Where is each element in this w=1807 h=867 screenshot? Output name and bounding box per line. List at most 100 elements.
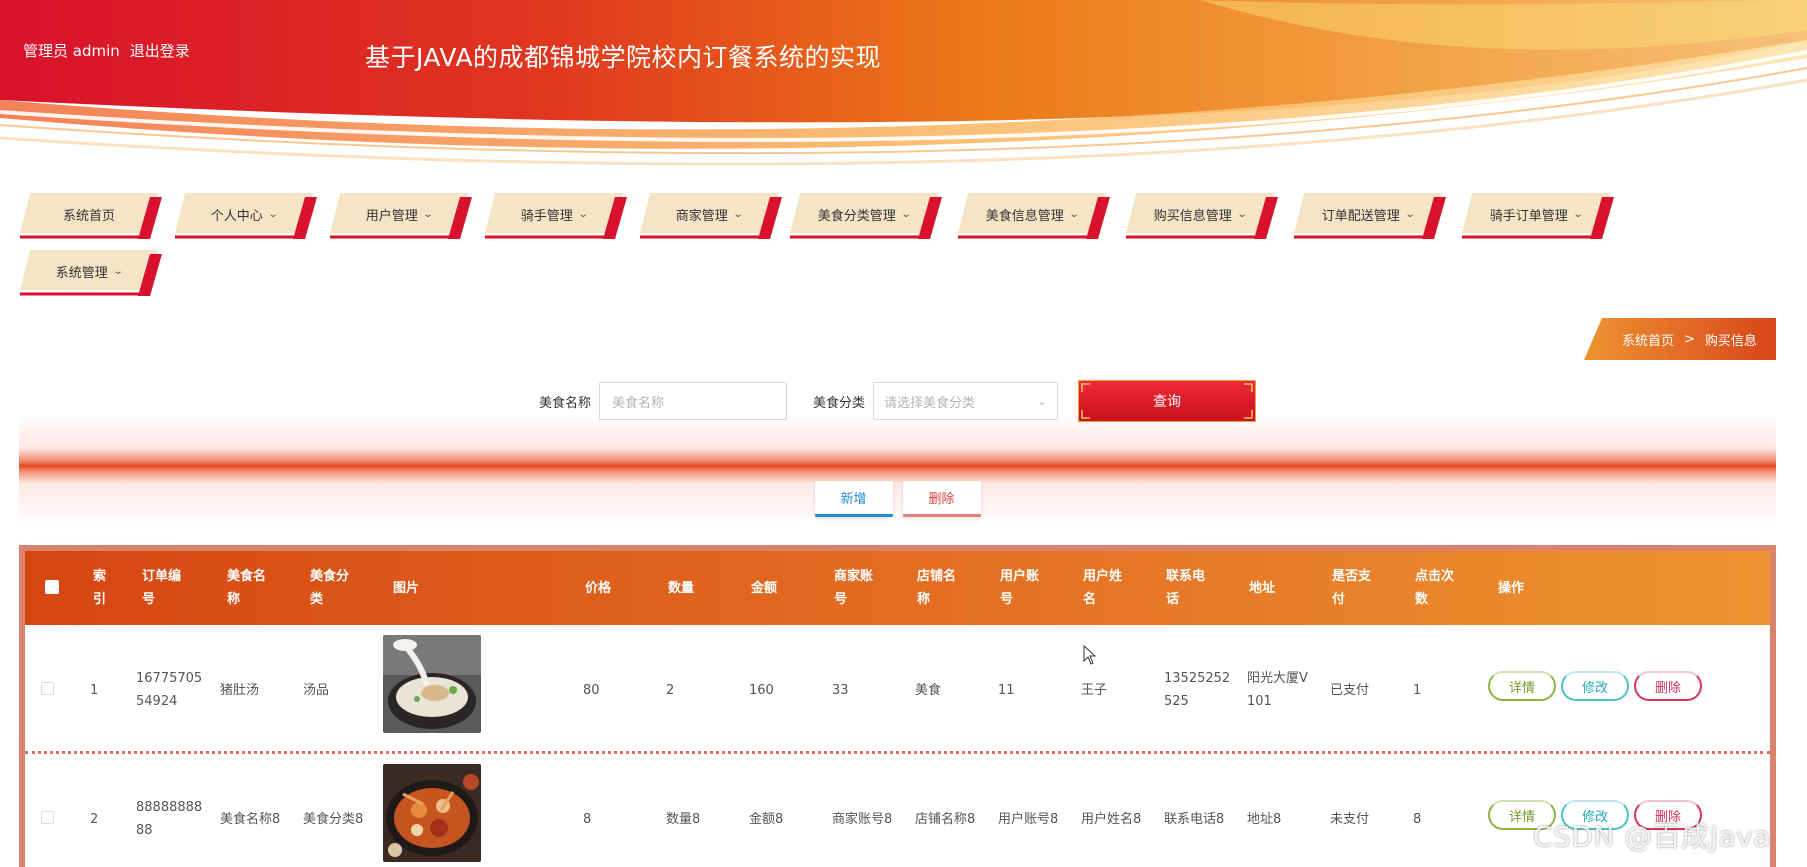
th-food-name: 美食名称 bbox=[227, 569, 267, 607]
th-clicks: 点击次数 bbox=[1415, 569, 1455, 607]
th-user-account: 用户账号 bbox=[1000, 569, 1040, 607]
nav-label: 用户管理 bbox=[365, 208, 418, 224]
cell-paid: 已支付 bbox=[1330, 682, 1370, 698]
cell-index: 2 bbox=[90, 811, 99, 827]
chevron-down-icon: ⌄ bbox=[112, 265, 124, 277]
cell-quantity: 2 bbox=[666, 682, 675, 698]
food-category-placeholder: 请选择美食分类 bbox=[884, 395, 976, 411]
cell-quantity: 数量8 bbox=[666, 811, 701, 827]
row-checkbox[interactable] bbox=[41, 682, 54, 695]
cell-phone: 联系电话8 bbox=[1164, 811, 1225, 827]
th-order-no: 订单编号 bbox=[142, 569, 182, 607]
table-row: 2 88888888 88 美食名称8 美食分类8 8 数量8 金额8 商家账号8… bbox=[25, 751, 1770, 867]
th-address: 地址 bbox=[1249, 580, 1276, 596]
cell-food-category: 汤品 bbox=[303, 682, 330, 698]
cell-user-account: 11 bbox=[998, 682, 1015, 698]
cell-index: 1 bbox=[90, 682, 99, 698]
nav-label: 购买信息管理 bbox=[1153, 208, 1232, 224]
app-title: 基于JAVA的成都锦城学院校内订餐系统的实现 bbox=[365, 43, 882, 72]
cell-clicks: 8 bbox=[1413, 811, 1422, 827]
th-ops: 操作 bbox=[1498, 580, 1525, 596]
food-name-placeholder: 美食名称 bbox=[612, 395, 665, 411]
header-banner: 管理员 admin 退出登录 基于JAVA的成都锦城学院校内订餐系统的实现 bbox=[0, 0, 1807, 170]
cell-amount: 金额8 bbox=[749, 811, 784, 827]
cell-order-no: 16775705 54924 bbox=[136, 671, 203, 709]
nav-item-home[interactable]: 系统首页 bbox=[20, 193, 162, 239]
nav-label: 订单配送管理 bbox=[1321, 208, 1400, 224]
purchase-table: 索引 订单编号 美食名称 美食分类 图片 价格 数量 金额 商家账号 店铺名称 … bbox=[19, 545, 1776, 867]
th-price: 价格 bbox=[585, 580, 612, 596]
chevron-down-icon: ⌄ bbox=[577, 208, 589, 220]
chevron-down-icon: ⌄ bbox=[422, 208, 434, 220]
food-category-label: 美食分类 bbox=[813, 395, 866, 411]
nav-item-food-info[interactable]: 美食信息管理 ⌄ bbox=[958, 193, 1110, 239]
edit-button[interactable]: 修改 bbox=[1561, 671, 1629, 701]
nav-item-order-delivery[interactable]: 订单配送管理 ⌄ bbox=[1294, 193, 1446, 239]
cell-merchant-account: 33 bbox=[832, 682, 849, 698]
row-actions: 详情 修改 删除 bbox=[1488, 671, 1702, 701]
food-name-input[interactable]: 美食名称 bbox=[599, 382, 787, 420]
food-category-select[interactable]: 请选择美食分类 ⌄ bbox=[873, 382, 1059, 420]
select-all-checkbox[interactable] bbox=[45, 580, 59, 594]
detail-button[interactable]: 详情 bbox=[1488, 671, 1556, 701]
nav-item-merchants[interactable]: 商家管理 ⌄ bbox=[640, 193, 782, 239]
batch-delete-button[interactable]: 删除 bbox=[902, 481, 981, 517]
th-index: 索引 bbox=[93, 569, 107, 607]
header-background bbox=[0, 0, 1807, 170]
th-user-name: 用户姓名 bbox=[1083, 569, 1123, 607]
th-food-category: 美食分类 bbox=[310, 569, 350, 607]
nav-label: 骑手管理 bbox=[520, 208, 573, 224]
action-row: 新增 删除 bbox=[19, 481, 1776, 517]
admin-label: 管理员 admin bbox=[23, 42, 120, 60]
cell-food-category: 美食分类8 bbox=[303, 811, 364, 827]
chevron-down-icon: ⌄ bbox=[1236, 208, 1248, 220]
th-phone: 联系电话 bbox=[1166, 569, 1206, 607]
cell-food-name: 美食名称8 bbox=[220, 811, 281, 827]
breadcrumb-current: 购买信息 bbox=[1704, 333, 1757, 349]
cell-address: 阳光大厦V 101 bbox=[1247, 671, 1308, 709]
th-quantity: 数量 bbox=[668, 580, 695, 596]
nav-item-riders[interactable]: 骑手管理 ⌄ bbox=[485, 193, 627, 239]
table-row: 1 16775705 54924 猪肚汤 汤品 80 2 160 33 美食 11… bbox=[25, 625, 1770, 755]
query-button[interactable]: 查询 bbox=[1078, 380, 1257, 422]
cell-merchant-account: 商家账号8 bbox=[832, 811, 893, 827]
chevron-down-icon: ⌄ bbox=[267, 208, 279, 220]
cell-amount: 160 bbox=[749, 682, 774, 698]
nav-label: 系统首页 bbox=[62, 208, 115, 224]
mouse-cursor-icon bbox=[1083, 645, 1097, 665]
th-paid: 是否支付 bbox=[1332, 569, 1372, 607]
cell-price: 8 bbox=[583, 811, 592, 827]
chevron-down-icon: ⌄ bbox=[1068, 208, 1080, 220]
query-button-label: 查询 bbox=[1153, 394, 1182, 410]
chevron-down-icon: ⌄ bbox=[1572, 208, 1584, 220]
search-row: 美食名称 美食名称 美食分类 请选择美食分类 ⌄ 查询 bbox=[19, 380, 1776, 422]
th-image: 图片 bbox=[393, 580, 420, 596]
user-info: 管理员 admin 退出登录 bbox=[23, 40, 190, 61]
nav-item-purchase-info[interactable]: 购买信息管理 ⌄ bbox=[1126, 193, 1278, 239]
nav-item-personal[interactable]: 个人中心 ⌄ bbox=[175, 193, 317, 239]
cell-clicks: 1 bbox=[1413, 682, 1422, 698]
logout-link[interactable]: 退出登录 bbox=[130, 40, 190, 61]
nav-item-food-category[interactable]: 美食分类管理 ⌄ bbox=[790, 193, 942, 239]
nav-label: 系统管理 bbox=[55, 265, 108, 281]
nav-item-users[interactable]: 用户管理 ⌄ bbox=[330, 193, 472, 239]
cell-address: 地址8 bbox=[1247, 811, 1282, 827]
add-button[interactable]: 新增 bbox=[814, 481, 893, 517]
cell-shop-name: 店铺名称8 bbox=[915, 811, 976, 827]
nav-label: 商家管理 bbox=[675, 208, 728, 224]
delete-button[interactable]: 删除 bbox=[1634, 671, 1702, 701]
nav-label: 美食信息管理 bbox=[985, 208, 1064, 224]
chevron-down-icon: ⌄ bbox=[900, 208, 912, 220]
row-checkbox[interactable] bbox=[41, 811, 54, 824]
th-merchant-account: 商家账号 bbox=[834, 569, 874, 607]
cell-user-name: 用户姓名8 bbox=[1081, 811, 1142, 827]
chevron-down-icon: ⌄ bbox=[1036, 394, 1048, 408]
nav-item-system[interactable]: 系统管理 ⌄ bbox=[20, 250, 162, 296]
nav-item-rider-orders[interactable]: 骑手订单管理 ⌄ bbox=[1462, 193, 1614, 239]
chevron-down-icon: ⌄ bbox=[732, 208, 744, 220]
breadcrumb-home[interactable]: 系统首页 bbox=[1622, 330, 1674, 349]
food-image-soup bbox=[383, 635, 481, 733]
cell-phone: 13525252 525 bbox=[1164, 671, 1231, 709]
cell-price: 80 bbox=[583, 682, 600, 698]
cell-order-no: 88888888 88 bbox=[136, 800, 203, 838]
